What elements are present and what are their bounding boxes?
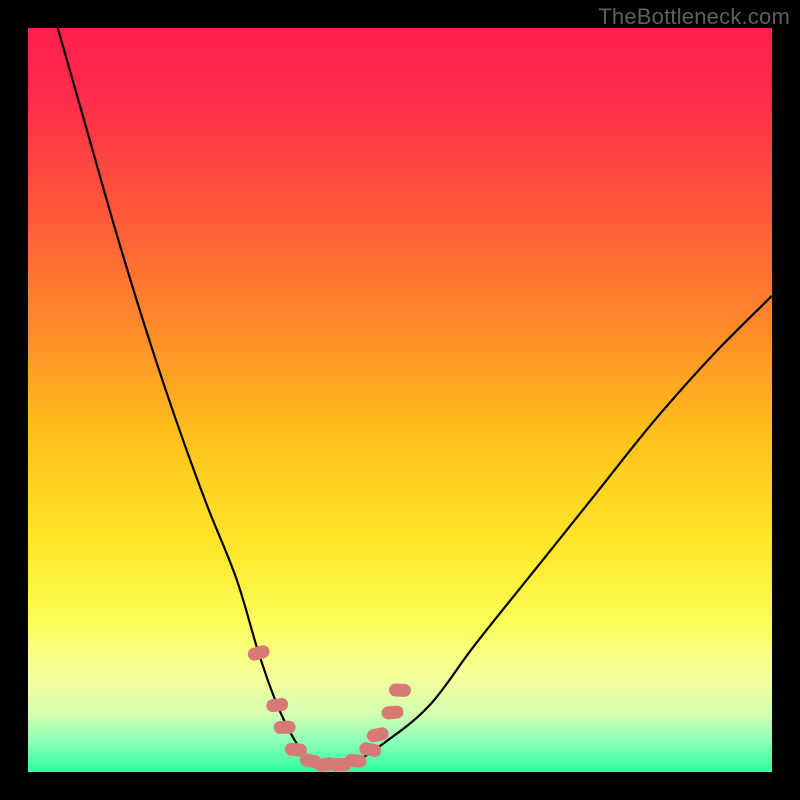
data-marker xyxy=(344,754,367,769)
data-marker xyxy=(265,697,289,713)
data-marker xyxy=(381,705,404,720)
watermark-text: TheBottleneck.com xyxy=(598,4,790,30)
data-marker xyxy=(274,721,296,734)
data-marker xyxy=(246,644,271,662)
bottleneck-curve-line xyxy=(58,28,772,765)
marker-group xyxy=(246,644,411,772)
bottleneck-chart xyxy=(28,28,772,772)
data-marker xyxy=(389,683,411,697)
chart-frame xyxy=(28,28,772,772)
